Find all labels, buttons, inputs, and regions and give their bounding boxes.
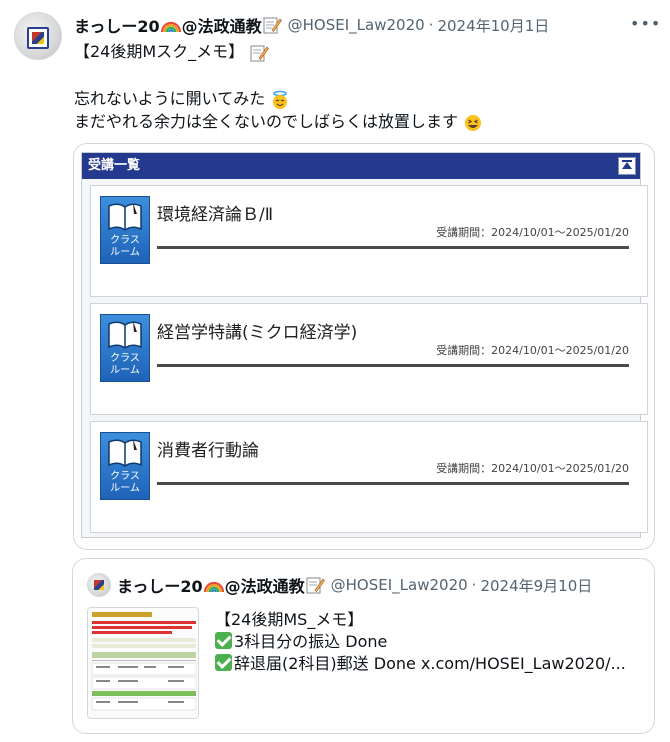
collapse-icon: [618, 157, 636, 175]
tweet-media-image[interactable]: 受講一覧 クラス ルーム 環境経済論Ｂ/Ⅱ 受講期間：2024/10/01～20…: [73, 143, 655, 550]
course-title: 環境経済論Ｂ/Ⅱ: [157, 205, 274, 225]
course-icon-label: クラス ルーム: [110, 353, 140, 376]
course-period: 受講期間：2024/10/01～2025/01/20: [436, 462, 629, 475]
memo-emoji-icon: [263, 17, 282, 34]
course-period: 受講期間：2024/10/01～2025/01/20: [436, 226, 629, 239]
quote-text-line-1: 【24後期MS_メモ】: [215, 610, 364, 629]
quote-date: 2024年9月10日: [480, 576, 593, 595]
quote-text-line-2: 3科目分の振込 Done: [234, 632, 388, 651]
quote-text: 【24後期MS_メモ】 3科目分の振込 Done 辞退届(2科目)郵送 Done…: [215, 609, 626, 675]
tweet-text-line-3: まだやれる余力は全くないのでしばらくは放置します: [74, 112, 459, 131]
rainbow-emoji-icon: [160, 21, 181, 33]
course-divider: [157, 364, 629, 367]
quote-thumbnail-drawing: [88, 608, 198, 718]
check-icon: [215, 632, 232, 649]
memo-emoji-icon: [306, 577, 325, 594]
grinning-squint-emoji-icon: [465, 114, 482, 131]
quote-avatar: [87, 573, 111, 597]
tweet-date[interactable]: 2024年10月1日: [437, 15, 549, 36]
quoted-tweet[interactable]: まっしー20 @法政通教 @HOSEI_Law2020 · 2024年9月10日: [72, 558, 655, 734]
classroom-icon: クラス ルーム: [100, 314, 150, 382]
separator-dot: ·: [471, 576, 477, 594]
quote-display-name: まっしー20: [117, 577, 203, 596]
course-card: クラス ルーム 経営学特講(ミクロ経済学) 受講期間：2024/10/01～20…: [90, 303, 648, 415]
course-title: 消費者行動論: [157, 441, 259, 461]
quote-header: まっしー20 @法政通教 @HOSEI_Law2020 · 2024年9月10日: [117, 573, 592, 597]
avatar[interactable]: [14, 12, 62, 60]
quote-text-line-3: 辞退届(2科目)郵送 Done x.com/HOSEI_Law2020/...: [234, 654, 626, 673]
check-icon: [215, 654, 232, 671]
handle[interactable]: @HOSEI_Law2020: [288, 16, 425, 34]
classroom-icon: クラス ルーム: [100, 196, 150, 264]
quote-display-name-suffix: @法政通教: [224, 577, 305, 596]
classroom-icon: クラス ルーム: [100, 432, 150, 500]
course-icon-label: クラス ルーム: [110, 235, 140, 258]
display-name-suffix[interactable]: @法政通教: [182, 13, 262, 37]
course-title: 経営学特講(ミクロ経済学): [157, 323, 358, 343]
separator-dot: ·: [428, 16, 434, 34]
quote-handle: @HOSEI_Law2020: [330, 576, 468, 594]
course-divider: [157, 246, 629, 249]
book-icon: [108, 439, 142, 467]
tweet-text-line-2: 忘れないように開いてみた: [74, 89, 266, 108]
course-icon-label: クラス ルーム: [110, 471, 140, 494]
quote-thumbnail-image: [87, 607, 199, 719]
course-divider: [157, 482, 629, 485]
course-card: クラス ルーム 環境経済論Ｂ/Ⅱ 受講期間：2024/10/01～2025/01…: [90, 185, 648, 297]
tweet-header: まっしー20 @法政通教 @HOSEI_Law2020 · 2024年10月1日: [74, 14, 549, 36]
tweet-text: 【24後期Mスク_メモ】 忘れないように開いてみた まだやれる余力は全くないので…: [74, 40, 483, 133]
display-name[interactable]: まっしー20: [74, 13, 160, 37]
memo-emoji-icon: [250, 45, 270, 61]
course-period: 受講期間：2024/10/01～2025/01/20: [436, 344, 629, 357]
panel-header: 受講一覧: [82, 153, 640, 179]
tweet-text-line-1: 【24後期Mスク_メモ】: [74, 42, 245, 61]
book-icon: [108, 203, 142, 231]
book-icon: [108, 321, 142, 349]
rainbow-emoji-icon: [203, 581, 224, 593]
course-list-panel: 受講一覧 クラス ルーム 環境経済論Ｂ/Ⅱ 受講期間：2024/10/01～20…: [81, 152, 648, 538]
innocent-emoji-icon: [273, 90, 288, 109]
more-icon[interactable]: •••: [630, 14, 660, 34]
course-card: クラス ルーム 消費者行動論 受講期間：2024/10/01～2025/01/2…: [90, 421, 648, 533]
panel-title: 受講一覧: [88, 158, 141, 173]
